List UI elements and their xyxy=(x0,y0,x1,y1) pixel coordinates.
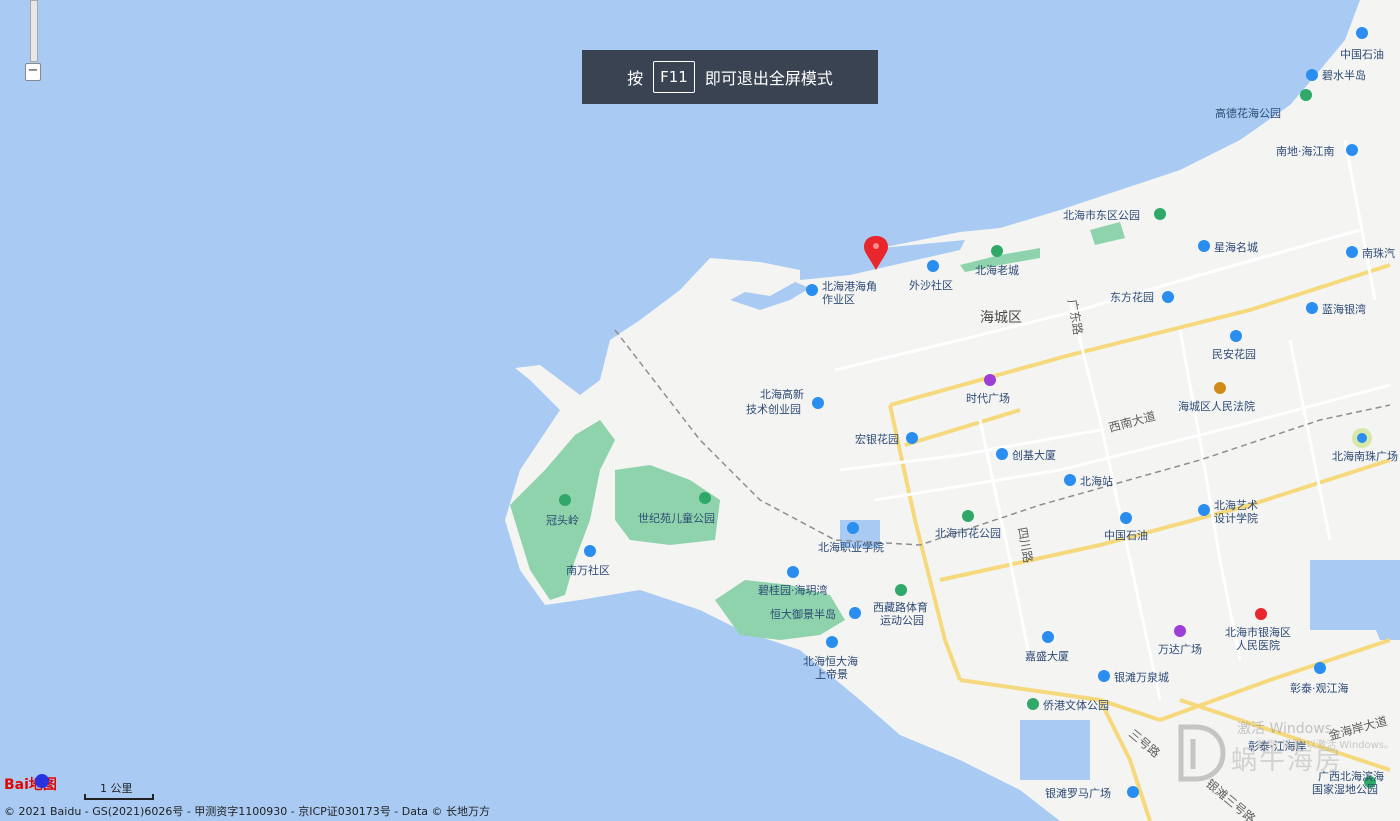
watermark-logo-icon xyxy=(1178,724,1226,782)
land-area xyxy=(505,0,1400,821)
poi[interactable]: 碧水半岛 xyxy=(1306,68,1366,82)
svg-text:彰泰·观江海: 彰泰·观江海 xyxy=(1290,681,1349,695)
scale-line xyxy=(84,794,154,800)
toast-prefix: 按 xyxy=(627,69,644,88)
svg-text:碧水半岛: 碧水半岛 xyxy=(1322,68,1366,82)
svg-text:中国石油: 中国石油 xyxy=(1340,47,1384,61)
svg-text:银滩罗马广场: 银滩罗马广场 xyxy=(1045,786,1111,800)
svg-text:万达广场: 万达广场 xyxy=(1158,642,1202,656)
svg-text:北海艺术: 北海艺术 xyxy=(1214,498,1258,512)
watermark: 激活 Windows 转到"设置"以激活 Windows。 蜗牛海房 xyxy=(1175,712,1400,812)
svg-text:北海市银海区: 北海市银海区 xyxy=(1225,625,1291,639)
baidu-logo[interactable]: Bai地图 xyxy=(4,772,76,794)
svg-text:恒大御景半岛: 恒大御景半岛 xyxy=(770,607,836,621)
watermark-brand: 蜗牛海房 xyxy=(1231,746,1344,776)
svg-text:作业区: 作业区 xyxy=(822,293,855,306)
svg-text:上帝景: 上帝景 xyxy=(815,667,848,681)
svg-text:宏银花园: 宏银花园 xyxy=(855,432,899,446)
svg-text:世纪苑儿童公园: 世纪苑儿童公园 xyxy=(638,511,715,525)
svg-text:Bai地图: Bai地图 xyxy=(4,776,57,793)
svg-text:人民医院: 人民医院 xyxy=(1236,638,1280,652)
svg-text:碧桂园·海玥湾: 碧桂园·海玥湾 xyxy=(758,583,828,597)
svg-text:北海南珠广场: 北海南珠广场 xyxy=(1332,449,1398,463)
svg-text:西藏路体育: 西藏路体育 xyxy=(873,600,928,614)
svg-text:银滩万泉城: 银滩万泉城 xyxy=(1114,670,1169,684)
svg-text:北海市东区公园: 北海市东区公园 xyxy=(1063,208,1140,222)
svg-text:高德花海公园: 高德花海公园 xyxy=(1215,106,1281,120)
svg-text:南万社区: 南万社区 xyxy=(566,563,610,577)
svg-text:侨港文体公园: 侨港文体公园 xyxy=(1043,698,1109,712)
svg-text:东方花园: 东方花园 xyxy=(1110,290,1154,304)
svg-text:技术创业园: 技术创业园 xyxy=(746,403,801,416)
svg-text:北海职业学院: 北海职业学院 xyxy=(818,540,884,554)
svg-text:时代广场: 时代广场 xyxy=(966,391,1010,405)
svg-text:创基大厦: 创基大厦 xyxy=(1012,448,1056,462)
svg-text:外沙社区: 外沙社区 xyxy=(909,278,953,292)
svg-text:北海高新: 北海高新 xyxy=(760,387,804,401)
svg-text:北海市花公园: 北海市花公园 xyxy=(935,526,1001,540)
svg-text:南珠汽: 南珠汽 xyxy=(1362,246,1395,260)
scale-bar: 1 公里 xyxy=(84,780,154,800)
fullscreen-toast: 按 F11 即可退出全屏模式 xyxy=(582,50,878,104)
svg-text:海城区人民法院: 海城区人民法院 xyxy=(1178,399,1255,413)
zoom-out-button[interactable]: − xyxy=(25,63,41,81)
svg-text:蓝海银湾: 蓝海银湾 xyxy=(1322,302,1366,316)
zoom-control: − xyxy=(24,0,42,84)
map-canvas[interactable]: 海城区 广东路 西南大道 四川路 三号路 银滩三号路 金海岸大道 中国石油 碧水… xyxy=(0,0,1400,821)
svg-text:冠头岭: 冠头岭 xyxy=(546,513,579,527)
watermark-activate: 激活 Windows xyxy=(1237,721,1332,737)
pond-2 xyxy=(1020,720,1090,780)
svg-text:星海名城: 星海名城 xyxy=(1214,240,1258,254)
svg-text:南地·海江南: 南地·海江南 xyxy=(1276,144,1335,158)
svg-text:北海恒大海: 北海恒大海 xyxy=(803,654,858,668)
copyright-text: © 2021 Baidu - GS(2021)6026号 - 甲测资字11009… xyxy=(4,805,491,818)
svg-text:北海站: 北海站 xyxy=(1080,474,1113,488)
zoom-slider-track[interactable] xyxy=(30,0,38,62)
svg-text:设计学院: 设计学院 xyxy=(1214,511,1258,525)
svg-text:北海老城: 北海老城 xyxy=(975,263,1019,277)
svg-text:北海港海角: 北海港海角 xyxy=(822,279,877,293)
toast-key: F11 xyxy=(653,61,695,93)
district-haicheng: 海城区 xyxy=(980,310,1022,326)
svg-text:民安花园: 民安花园 xyxy=(1212,347,1256,361)
svg-text:嘉盛大厦: 嘉盛大厦 xyxy=(1025,649,1069,663)
svg-text:中国石油: 中国石油 xyxy=(1104,528,1148,542)
svg-text:运动公园: 运动公园 xyxy=(880,614,924,627)
toast-suffix: 即可退出全屏模式 xyxy=(704,69,833,88)
